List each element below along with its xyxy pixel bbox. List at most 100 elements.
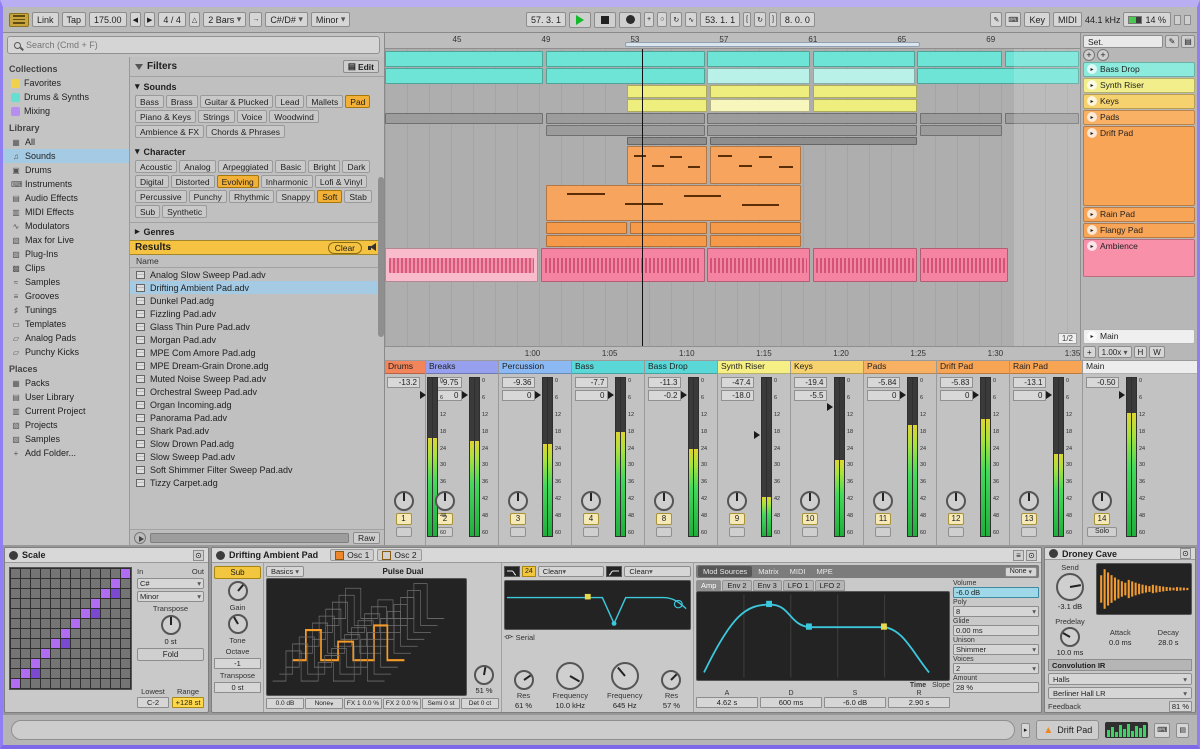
scale-grid-cell[interactable]: [111, 619, 120, 628]
clip[interactable]: [546, 235, 708, 247]
arrangement-clip-area[interactable]: 1/2: [385, 49, 1080, 346]
frequency1-value[interactable]: 10.0 kHz: [555, 701, 585, 710]
file-row-glass-thin-pure-pad-adv[interactable]: Glass Thin Pure Pad.adv: [130, 320, 384, 333]
solo-button[interactable]: [875, 527, 891, 537]
mixer-track-title[interactable]: Drums: [385, 361, 425, 374]
loop-button[interactable]: ↻: [754, 12, 766, 27]
scale-grid-cell[interactable]: [121, 679, 130, 688]
volume-handle[interactable]: [754, 430, 760, 439]
scale-grid-cell[interactable]: [11, 589, 20, 598]
sidebar-item-all[interactable]: ▦ All: [3, 135, 129, 149]
file-row-soft-shimmer-filter-sweep-pad-adv[interactable]: Soft Shimmer Filter Sweep Pad.adv: [130, 463, 384, 476]
filter-group-character[interactable]: ▾ Character: [130, 142, 384, 158]
stop-button[interactable]: [594, 11, 616, 28]
scale-grid-cell[interactable]: [61, 599, 70, 608]
capture-midi-button[interactable]: ∿: [685, 12, 698, 27]
scale-grid-cell[interactable]: [91, 569, 100, 578]
volume-display[interactable]: 0: [574, 390, 608, 401]
clip[interactable]: [813, 51, 915, 67]
filter-tag-lead[interactable]: Lead: [275, 95, 305, 108]
ableton-logo-icon[interactable]: [9, 12, 29, 27]
file-row-dunkel-pad-adg[interactable]: Dunkel Pad.adg: [130, 294, 384, 307]
scale-grid-cell[interactable]: [51, 679, 60, 688]
solo-button[interactable]: [729, 527, 745, 537]
frequency2-value[interactable]: 645 Hz: [613, 701, 637, 710]
clip[interactable]: [710, 235, 801, 247]
play-button[interactable]: [569, 11, 591, 28]
time-ruler[interactable]: 1:00 1:05 1:10 1:15 1:20 1:25 1:30 1:35: [385, 346, 1080, 360]
tab-env-2[interactable]: Env 2: [722, 580, 752, 591]
scale-grid-cell[interactable]: [31, 659, 40, 668]
poly-select[interactable]: 8 ▾: [953, 606, 1039, 617]
pan-knob[interactable]: [508, 491, 528, 511]
sidebar-item-projects[interactable]: ▧ Projects: [3, 418, 129, 432]
filter-tag-punchy[interactable]: Punchy: [188, 190, 227, 203]
sidebar-item-current-project[interactable]: ▥ Current Project: [3, 404, 129, 418]
scale-grid-cell[interactable]: [51, 599, 60, 608]
filter-tag-soft[interactable]: Soft: [317, 190, 343, 203]
scale-grid-cell[interactable]: [31, 589, 40, 598]
zoom-plus-button[interactable]: +: [1083, 346, 1096, 358]
playhead[interactable]: [642, 49, 644, 346]
scale-grid-cell[interactable]: [21, 639, 30, 648]
gain-knob[interactable]: [227, 581, 248, 601]
fx2-value[interactable]: FX 2 0.0 %: [383, 698, 421, 709]
scale-grid-cell[interactable]: [101, 669, 110, 678]
scale-grid-cell[interactable]: [101, 649, 110, 658]
solo-button[interactable]: [510, 527, 526, 537]
scale-grid-cell[interactable]: [121, 599, 130, 608]
clip[interactable]: [920, 125, 1003, 136]
clip[interactable]: [917, 68, 1079, 84]
clip[interactable]: [707, 51, 811, 67]
scale-grid-cell[interactable]: [21, 589, 30, 598]
peak-level-display[interactable]: -13.1: [1012, 377, 1046, 388]
clip[interactable]: [626, 85, 708, 98]
scale-grid-cell[interactable]: [21, 649, 30, 658]
clip[interactable]: [546, 51, 705, 67]
scale-grid-cell[interactable]: [61, 679, 70, 688]
filter-tag-rhythmic[interactable]: Rhythmic: [228, 190, 275, 203]
scale-grid-cell[interactable]: [121, 569, 130, 578]
scale-grid-cell[interactable]: [101, 639, 110, 648]
clip[interactable]: [813, 99, 918, 112]
scale-grid-cell[interactable]: [111, 629, 120, 638]
scale-grid-cell[interactable]: [31, 629, 40, 638]
solo-button[interactable]: Solo: [1087, 527, 1117, 537]
mixer-track-title[interactable]: Synth Riser: [718, 361, 790, 374]
predelay-value[interactable]: 10.0 ms: [1057, 648, 1084, 657]
scale-grid-cell[interactable]: [51, 579, 60, 588]
scale-grid-cell[interactable]: [41, 639, 50, 648]
range-value[interactable]: +128 st: [172, 697, 204, 708]
sidebar-item-sounds[interactable]: ♫ Sounds: [3, 149, 129, 163]
track-number-button[interactable]: 1: [395, 513, 412, 525]
scale-grid-cell[interactable]: [11, 569, 20, 578]
filter-tag-ambience-fx[interactable]: Ambience & FX: [135, 125, 205, 138]
scale-mode-select[interactable]: Minor ▾: [137, 591, 204, 602]
scale-grid-cell[interactable]: [41, 669, 50, 678]
scale-grid-cell[interactable]: [11, 599, 20, 608]
detune-value[interactable]: Det 0 ct: [461, 698, 499, 709]
peak-level-display[interactable]: -13.2: [387, 377, 420, 388]
param-value[interactable]: 4.62 s: [696, 697, 758, 708]
midi-keyboard-icon[interactable]: ⌨: [1154, 722, 1171, 738]
clip[interactable]: [546, 222, 627, 234]
file-row-muted-noise-sweep-pad-adv[interactable]: Muted Noise Sweep Pad.adv: [130, 372, 384, 385]
scale-grid-cell[interactable]: [71, 579, 80, 588]
scale-grid-cell[interactable]: [11, 669, 20, 678]
grid-icon[interactable]: ▤: [1181, 35, 1195, 48]
mixer-track-title[interactable]: Main: [1083, 361, 1197, 374]
scale-grid-cell[interactable]: [81, 679, 90, 688]
scale-grid-cell[interactable]: [11, 649, 20, 658]
volume-handle[interactable]: [462, 391, 468, 399]
peak-level-display[interactable]: -5.84: [866, 377, 900, 388]
list-icon[interactable]: ≡: [1013, 549, 1024, 561]
key-map-button[interactable]: Key: [1024, 12, 1050, 27]
scale-grid-cell[interactable]: [71, 599, 80, 608]
scale-grid-cell[interactable]: [51, 649, 60, 658]
scale-grid-cell[interactable]: [71, 609, 80, 618]
scale-grid-cell[interactable]: [41, 649, 50, 658]
scale-grid-cell[interactable]: [21, 619, 30, 628]
volume-display[interactable]: -5.5: [793, 390, 827, 401]
fold-button[interactable]: Fold: [137, 648, 204, 661]
clip[interactable]: [813, 68, 915, 84]
